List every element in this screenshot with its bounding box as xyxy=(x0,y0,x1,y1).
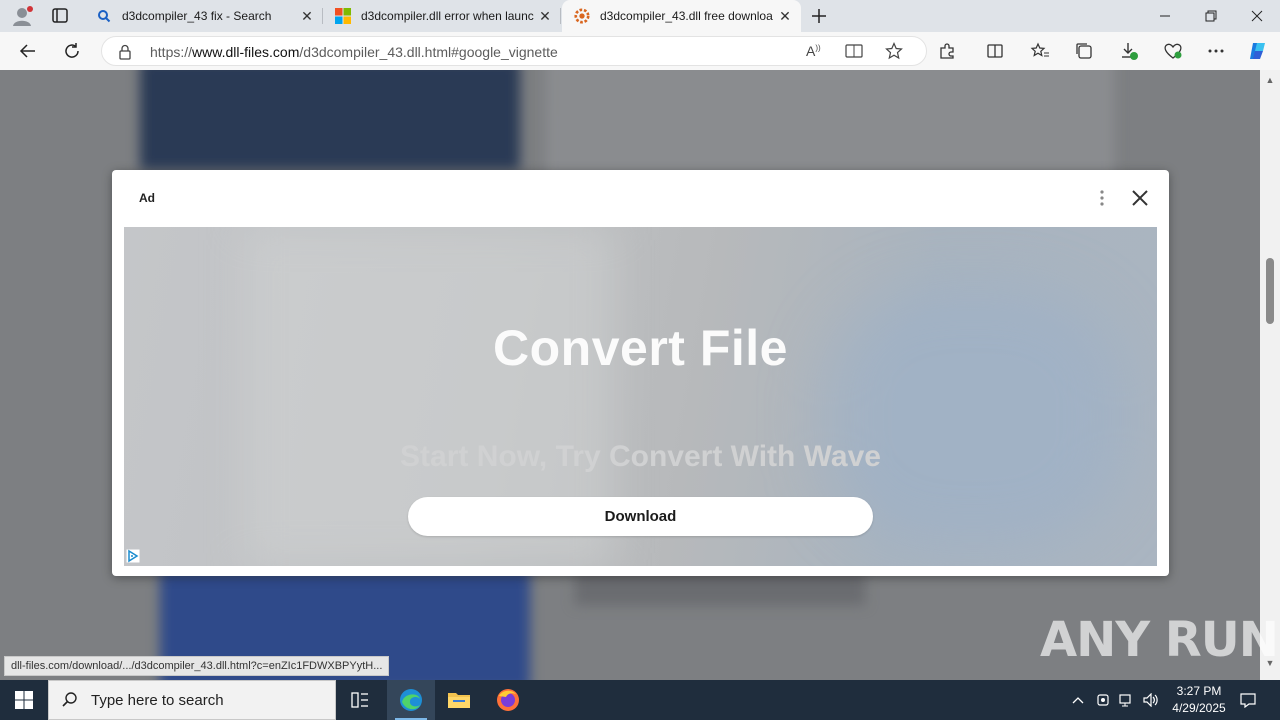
taskbar: Type here to search 3:27 PM 4/29/2025 xyxy=(0,680,1280,720)
collections-button[interactable] xyxy=(1068,32,1100,70)
scroll-thumb[interactable] xyxy=(1266,258,1274,324)
profile-icon[interactable] xyxy=(8,4,36,28)
page-scrollbar[interactable]: ▲ ▼ xyxy=(1260,70,1280,680)
address-bar[interactable]: https://www.dll-files.com/d3dcompiler_43… xyxy=(101,36,927,66)
blurred-page-image-top xyxy=(140,70,520,170)
adchoices-icon[interactable] xyxy=(126,549,140,563)
firefox-icon xyxy=(497,689,519,711)
close-window-button[interactable] xyxy=(1234,0,1280,32)
scroll-up-icon[interactable]: ▲ xyxy=(1265,75,1275,85)
taskbar-search-box[interactable]: Type here to search xyxy=(48,680,336,720)
ad-headline: Convert File xyxy=(493,320,788,376)
clock-date: 4/29/2025 xyxy=(1172,701,1226,715)
tab-title: d3dcompiler_43.dll free downloa xyxy=(600,9,773,23)
close-icon xyxy=(1251,10,1263,22)
tab-dll-files[interactable]: d3dcompiler_43.dll free downloa ✕ xyxy=(562,0,801,32)
close-icon[interactable]: ✕ xyxy=(299,8,315,24)
show-hidden-icons-chevron-icon[interactable] xyxy=(1068,680,1088,720)
search-placeholder: Type here to search xyxy=(91,691,224,709)
collections-icon xyxy=(1076,43,1092,59)
url-scheme: https:// xyxy=(150,44,193,60)
taskbar-clock[interactable]: 3:27 PM 4/29/2025 xyxy=(1160,683,1238,717)
close-icon[interactable]: ✕ xyxy=(537,8,553,24)
copilot-icon xyxy=(1250,43,1265,59)
status-link-preview: dll-files.com/download/.../d3dcompiler_4… xyxy=(4,656,390,676)
tab-search[interactable]: d3dcompiler_43 fix - Search ✕ xyxy=(84,0,323,32)
tab-title: d3dcompiler.dll error when launc xyxy=(361,9,534,23)
url-text[interactable]: https://www.dll-files.com/d3dcompiler_43… xyxy=(150,44,558,60)
split-screen-button[interactable] xyxy=(979,32,1011,70)
taskbar-firefox[interactable] xyxy=(484,680,532,720)
favorites-icon xyxy=(1030,42,1049,57)
ad-vignette-dialog: Ad Convert File Start Now, Try Convert W… xyxy=(112,170,1169,576)
dll-files-logo-icon xyxy=(574,8,590,24)
clock-time: 3:27 PM xyxy=(1176,684,1222,698)
close-icon xyxy=(1132,190,1148,206)
search-icon xyxy=(61,691,79,709)
notification-icon xyxy=(1240,693,1256,708)
ad-close-button[interactable] xyxy=(1128,186,1152,210)
plus-icon xyxy=(812,9,826,23)
read-aloud-icon[interactable]: A)) xyxy=(806,43,821,59)
copilot-button[interactable] xyxy=(1242,32,1274,70)
downloads-button[interactable] xyxy=(1113,32,1145,70)
more-dots-icon xyxy=(1208,49,1224,53)
tab-title: d3dcompiler_43 fix - Search xyxy=(122,9,272,23)
ad-download-button[interactable]: Download xyxy=(408,497,873,536)
taskbar-edge[interactable] xyxy=(387,680,435,720)
task-view-icon xyxy=(351,692,368,708)
browser-toolbar: https://www.dll-files.com/d3dcompiler_43… xyxy=(0,32,1280,70)
lock-icon[interactable] xyxy=(118,44,132,65)
url-path: /d3dcompiler_43.dll.html#google_vignette xyxy=(299,44,558,60)
immersive-reader-icon[interactable] xyxy=(845,43,863,64)
tab-microsoft-answers[interactable]: d3dcompiler.dll error when launc ✕ xyxy=(323,0,561,32)
network-icon[interactable] xyxy=(1116,680,1138,720)
refresh-button[interactable] xyxy=(56,32,88,70)
tab-strip: d3dcompiler_43 fix - Search ✕ d3dcompile… xyxy=(0,0,1280,32)
restore-button[interactable] xyxy=(1188,0,1234,32)
tab-actions-icon[interactable] xyxy=(48,6,72,26)
favorites-button[interactable] xyxy=(1024,32,1056,70)
favorite-star-icon[interactable] xyxy=(885,42,903,65)
windows-logo-icon xyxy=(15,691,33,709)
folder-icon xyxy=(448,693,470,708)
browser-essentials-button[interactable] xyxy=(1157,32,1189,70)
heart-pulse-icon xyxy=(1164,43,1182,59)
taskbar-file-explorer[interactable] xyxy=(435,680,483,720)
extensions-button[interactable] xyxy=(931,32,963,70)
edge-icon xyxy=(400,689,422,711)
new-tab-button[interactable] xyxy=(806,4,832,28)
search-icon xyxy=(96,8,112,24)
anyrun-watermark: ANY RUN xyxy=(1040,610,1279,670)
puzzle-icon xyxy=(940,43,954,59)
back-button[interactable] xyxy=(12,32,44,70)
refresh-icon xyxy=(65,43,79,58)
ad-label: Ad xyxy=(139,191,155,205)
tray-app-icon[interactable] xyxy=(1092,680,1114,720)
split-screen-icon xyxy=(987,44,1003,58)
microsoft-logo-icon xyxy=(335,8,351,24)
minimize-button[interactable] xyxy=(1142,0,1188,32)
minimize-icon xyxy=(1160,15,1170,17)
download-icon xyxy=(1122,43,1138,60)
settings-more-button[interactable] xyxy=(1200,32,1232,70)
start-button[interactable] xyxy=(0,680,48,720)
close-icon[interactable]: ✕ xyxy=(777,8,793,24)
ad-subline: Start Now, Try Convert With Wave xyxy=(400,440,881,473)
ad-creative[interactable]: Convert File Start Now, Try Convert With… xyxy=(124,227,1157,566)
url-host: www.dll-files.com xyxy=(192,44,300,60)
restore-icon xyxy=(1205,10,1217,22)
notification-center-button[interactable] xyxy=(1236,680,1260,720)
back-arrow-icon xyxy=(19,44,35,58)
volume-icon[interactable] xyxy=(1140,680,1162,720)
ad-options-menu-icon[interactable] xyxy=(1092,186,1112,210)
task-view-button[interactable] xyxy=(336,680,384,720)
watermark-text: ANY RUN xyxy=(1040,612,1279,668)
